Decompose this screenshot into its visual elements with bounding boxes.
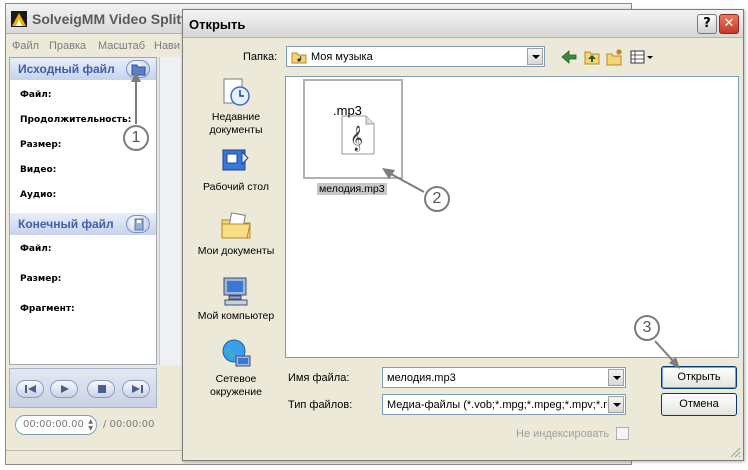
callout-1: 1 [123,125,149,151]
file-thumbnail: 𝄞 .mp3 [303,79,403,179]
filename-label: Имя файла: [288,372,350,384]
next-button[interactable] [122,380,150,398]
next-icon [132,385,143,393]
play-button[interactable] [50,380,78,398]
place-label-my-documents: Мои документы [197,245,275,257]
file-item-mp3[interactable]: 𝄞 .mp3 мелодия.mp3 [299,79,403,195]
source-file-label: Файл: [20,90,52,100]
dialog-title: Открыть [189,17,246,32]
music-folder-icon [291,52,307,64]
app-title: SolveigMM Video Splitter [32,11,199,27]
time-spinner-icon[interactable]: ▲ ▼ [88,418,93,432]
view-menu-icon[interactable] [630,48,654,66]
source-video-label: Видео: [20,165,57,175]
my-computer-icon [223,277,248,306]
app-work-area [159,57,181,365]
open-folder-icon [131,64,146,76]
places-bar: Недавние документы Рабочий стол Мои доку… [191,76,281,398]
target-file-header: Конечный файл [10,213,156,235]
source-file-title: Исходный файл [18,62,115,76]
close-button[interactable]: ✕ [719,14,739,34]
my-documents-icon [221,212,251,239]
open-button[interactable]: Открыть [661,366,737,389]
target-file-title: Конечный файл [18,217,114,231]
source-duration-label: Продолжительность: [20,115,132,125]
music-file-icon: 𝄞 [341,115,375,155]
cancel-button[interactable]: Отмена [661,393,737,416]
menu-file[interactable]: Файл [12,40,39,52]
filetype-select[interactable]: Медиа-файлы (*.vob;*.mpg;*.mpeg;*.mpv;*.… [382,394,626,415]
dialog-titlebar: Открыть ? ✕ [183,10,743,38]
place-label-network: Сетевое окружение [210,373,262,398]
file-name-label: мелодия.mp3 [317,183,387,195]
folder-select[interactable]: Моя музыка [286,46,545,67]
filename-input[interactable]: мелодия.mp3 [382,367,626,388]
place-label-recent: Недавние документы [209,111,263,136]
noindex-checkbox[interactable] [616,427,629,440]
source-size-label: Размер: [20,140,62,150]
open-source-file-button[interactable] [126,60,150,78]
callout-3: 3 [634,315,660,341]
stop-button[interactable] [87,380,115,398]
transport-controls [9,368,157,408]
time-row: 00:00:00.00 ▲ ▼ / 00:00:00 [9,412,184,438]
filename-value: мелодия.mp3 [387,372,456,384]
previous-icon [25,385,36,393]
target-file-label: Файл: [20,244,52,254]
file-info-panel: Исходный файл Файл: Продолжительность: Р… [9,57,157,365]
menu-scale[interactable]: Масштаб [98,40,145,52]
help-button[interactable]: ? [697,14,717,34]
place-network[interactable]: Сетевое окружение [191,338,281,398]
folder-label: Папка: [243,51,278,63]
folder-value: Моя музыка [311,51,373,63]
menu-navigation[interactable]: Нави [154,40,180,52]
network-icon [222,339,251,367]
file-list-view[interactable]: 𝄞 .mp3 мелодия.mp3 [285,76,739,358]
filename-dropdown-arrow-icon[interactable] [608,369,624,386]
resize-grip-icon[interactable] [729,446,741,458]
source-file-header: Исходный файл [10,58,156,80]
place-label-my-computer: Мой компьютер [197,310,275,322]
new-folder-icon[interactable] [606,48,624,66]
place-desktop[interactable]: Рабочий стол [191,146,281,193]
save-disk-icon [134,218,144,231]
filetype-dropdown-arrow-icon[interactable] [608,396,624,413]
save-target-file-button[interactable] [126,215,150,233]
open-file-dialog: Открыть ? ✕ Папка: Моя музыка Недавние д… [182,9,744,461]
current-time-input[interactable]: 00:00:00.00 ▲ ▼ [15,415,97,435]
target-size-label: Размер: [20,274,62,284]
stop-icon [98,385,106,393]
place-my-documents[interactable]: Мои документы [191,210,281,257]
place-label-desktop: Рабочий стол [203,181,269,193]
file-extension-label: .mp3 [333,103,362,118]
place-recent-documents[interactable]: Недавние документы [191,76,281,136]
menu-edit[interactable]: Правка [49,40,86,52]
noindex-label: Не индексировать [516,428,610,440]
up-folder-icon[interactable] [583,48,601,66]
previous-button[interactable] [16,380,44,398]
play-icon [61,385,69,393]
filetype-value: Медиа-файлы (*.vob;*.mpg;*.mpeg;*.mpv;*.… [387,399,607,411]
back-arrow-icon[interactable] [560,48,578,66]
filetype-label: Тип файлов: [288,399,353,411]
source-audio-label: Аудио: [20,190,57,200]
svg-text:𝄞: 𝄞 [350,125,363,151]
desktop-icon [222,149,249,171]
place-my-computer[interactable]: Мой компьютер [191,275,281,322]
current-time-value: 00:00:00.00 [23,419,84,430]
app-logo-icon [11,11,27,27]
folder-dropdown-arrow-icon[interactable] [527,48,543,65]
callout-2: 2 [424,186,450,212]
recent-documents-icon [223,78,250,106]
target-fragment-label: Фрагмент: [20,304,75,314]
total-time: / 00:00:00 [103,419,155,430]
